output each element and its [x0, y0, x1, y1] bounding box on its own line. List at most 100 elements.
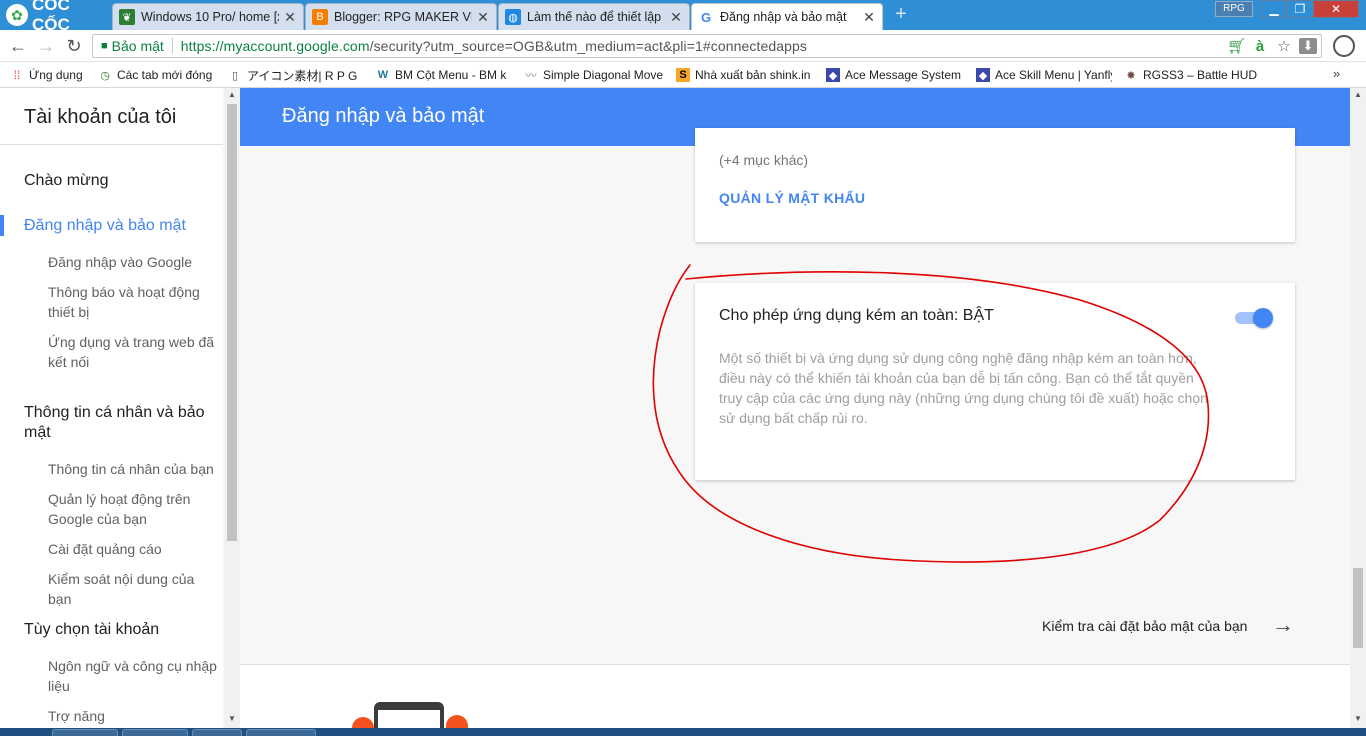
bookmark-label: Các tab mới đóng: [117, 68, 213, 82]
less-secure-apps-toggle[interactable]: [1235, 307, 1273, 328]
scroll-down-icon[interactable]: ▼: [224, 714, 240, 723]
taskbar-item[interactable]: [52, 729, 118, 736]
sidebar-subitem-connected-apps[interactable]: Ứng dụng và trang web đã kết nối: [48, 332, 220, 372]
tab-security-active[interactable]: G Đăng nhập và bảo mật ✕: [691, 3, 883, 30]
leaf-icon: ❦: [119, 9, 135, 25]
sidebar-item-security[interactable]: Đăng nhập và bảo mật: [24, 216, 214, 236]
gear-icon: ✸: [1126, 69, 1136, 82]
tab-windows[interactable]: ❦ Windows 10 Pro/ home [x64] ✕: [112, 3, 304, 30]
sidebar-item-welcome[interactable]: Chào mừng: [24, 171, 214, 191]
tab-label: Blogger: RPG MAKER VN: [334, 10, 472, 24]
back-button[interactable]: ←: [8, 36, 28, 56]
decoration-shape: [352, 717, 374, 728]
more-items-text: (+4 mục khác): [719, 152, 809, 168]
tab-howto[interactable]: ◍ Làm thế nào để thiết lập cài đặt ✕: [498, 3, 690, 30]
url-text[interactable]: https://myaccount.google.com/security?ut…: [173, 38, 807, 54]
close-icon[interactable]: ✕: [476, 9, 490, 26]
bookmark-label: Ace Message System: [845, 68, 962, 82]
new-tab-button[interactable]: +: [891, 4, 911, 24]
profile-circle-icon[interactable]: [1333, 35, 1355, 57]
sidebar-subitem-signin[interactable]: Đăng nhập vào Google: [48, 252, 220, 272]
page-scroll-thumb[interactable]: [1353, 568, 1363, 648]
address-bar[interactable]: ■ Bảo mật https://myaccount.google.com/s…: [92, 34, 1322, 58]
active-indicator: [0, 215, 4, 236]
page-scrollbar[interactable]: ▲ ▼: [1350, 88, 1366, 728]
sidebar-subitem-device-activity[interactable]: Thông báo và hoạt động thiết bị: [48, 282, 220, 322]
toggle-knob: [1253, 308, 1273, 328]
close-icon[interactable]: ✕: [862, 9, 876, 26]
bookmark-icon-material[interactable]: ▯ アイコン素材| R P G: [228, 66, 361, 84]
less-secure-apps-description: Một số thiết bị và ứng dụng sử dụng công…: [719, 350, 1208, 426]
sidebar-subitem-accessibility[interactable]: Trợ năng: [48, 706, 220, 726]
phone-illustration-icon: [374, 702, 444, 728]
sidebar-subitem-ads[interactable]: Cài đặt quảng cáo: [48, 539, 220, 559]
wordpress-icon: W: [377, 69, 389, 81]
scroll-down-icon[interactable]: ▼: [1350, 714, 1366, 723]
bookmark-ace-message[interactable]: ◆ Ace Message System: [826, 66, 962, 84]
forward-button[interactable]: →: [36, 36, 56, 56]
less-secure-apps-title: Cho phép ứng dụng kém an toàn: BẬT: [719, 307, 994, 324]
bookmarks-overflow-icon[interactable]: »: [1333, 66, 1340, 81]
taskbar-item[interactable]: [192, 729, 242, 736]
bookmark-label: Nhà xuất bản shink.in: [695, 68, 811, 82]
bookmark-label: BM Cột Menu - BM k: [395, 68, 507, 82]
browser-toolbar: ← → ↻ ■ Bảo mật https://myaccount.google…: [0, 30, 1366, 62]
close-window-button[interactable]: ✕: [1313, 0, 1359, 18]
bookmark-recent-tabs[interactable]: ◷ Các tab mới đóng: [98, 66, 218, 84]
maximize-button[interactable]: ❐: [1287, 0, 1313, 18]
download-icon[interactable]: ⬇: [1299, 38, 1317, 54]
ace-icon: ◆: [976, 68, 990, 82]
vietnamese-input-icon[interactable]: à: [1251, 38, 1269, 55]
sidebar-scrollbar[interactable]: ▲ ▼: [224, 88, 240, 728]
bookmark-label: RGSS3 – Battle HUD E: [1143, 68, 1260, 82]
sidebar-divider: [0, 144, 223, 145]
sidebar-subitem-content[interactable]: Kiểm soát nội dung của bạn: [48, 569, 220, 609]
taskbar-item[interactable]: [246, 729, 316, 736]
globe-icon: ◍: [505, 9, 521, 25]
apps-grid-icon: ⁞⁞: [13, 68, 21, 82]
taskbar-item[interactable]: [122, 729, 188, 736]
shink-icon: S: [676, 68, 690, 82]
arrow-right-icon[interactable]: →: [1272, 614, 1294, 636]
bookmark-label: アイコン素材| R P G: [247, 68, 358, 83]
tab-blogger[interactable]: B Blogger: RPG MAKER VN ✕: [305, 3, 497, 30]
bookmark-shink[interactable]: S Nhà xuất bản shink.in: [676, 66, 816, 84]
sidebar-item-account[interactable]: Tùy chọn tài khoản: [24, 620, 214, 640]
close-icon[interactable]: ✕: [669, 9, 683, 26]
reload-button[interactable]: ↻: [64, 36, 84, 56]
omnibox-icons: 🛒︎ à ☆ ⬇: [1227, 35, 1321, 57]
scroll-up-icon[interactable]: ▲: [1350, 90, 1366, 99]
sidebar-title: Tài khoản của tôi: [24, 106, 177, 128]
decoration-shape: [446, 715, 468, 728]
sidebar-subitem-personal-info[interactable]: Thông tin cá nhân của bạn: [48, 459, 220, 479]
sidebar-item-personal[interactable]: Thông tin cá nhân và bảo mật: [24, 403, 214, 443]
bookmark-rgss3[interactable]: ✸ RGSS3 – Battle HUD E: [1124, 66, 1260, 84]
windows-taskbar: [0, 728, 1366, 736]
bookmark-apps[interactable]: ⁞⁞ Ứng dụng: [10, 66, 90, 84]
url-path: /security?utm_source=OGB&utm_medium=act&…: [369, 38, 808, 54]
manage-passwords-link[interactable]: QUẢN LÝ MẬT KHẨU: [719, 190, 865, 206]
sidebar-subitem-language[interactable]: Ngôn ngữ và công cụ nhập liệu: [48, 656, 220, 696]
bookmarks-bar: ⁞⁞ Ứng dụng ◷ Các tab mới đóng ▯ アイコン素材|…: [0, 62, 1366, 88]
rpg-profile-button[interactable]: RPG: [1215, 1, 1253, 17]
security-checkup-link[interactable]: Kiểm tra cài đặt bảo mật của bạn: [1042, 618, 1247, 634]
passwords-card: (+4 mục khác) QUẢN LÝ MẬT KHẨU: [695, 128, 1295, 242]
sidebar-scroll-thumb[interactable]: [227, 104, 237, 541]
page-icon: ▯: [231, 69, 239, 82]
bookmark-diagonal-move[interactable]: 〰 Simple Diagonal Move: [524, 66, 664, 84]
shopping-cart-icon[interactable]: 🛒︎: [1227, 37, 1246, 55]
tab-label: Làm thế nào để thiết lập cài đặt: [527, 10, 665, 24]
minimize-button[interactable]: ▁: [1261, 0, 1287, 18]
google-icon: G: [698, 9, 714, 25]
scroll-up-icon[interactable]: ▲: [224, 90, 240, 99]
bookmark-label: Ace Skill Menu | Yanfly: [995, 68, 1112, 82]
brand-logo[interactable]: ✿ CỐC CỐC: [0, 0, 112, 34]
bookmark-ace-skill[interactable]: ◆ Ace Skill Menu | Yanfly: [976, 66, 1112, 84]
page-content: Tài khoản của tôi Chào mừng Đăng nhập và…: [0, 88, 1366, 728]
sidebar-subitem-activity[interactable]: Quản lý hoạt động trên Google của bạn: [48, 489, 220, 529]
tab-label: Đăng nhập và bảo mật: [720, 10, 847, 24]
close-icon[interactable]: ✕: [283, 9, 297, 26]
bookmark-bm-menu[interactable]: W BM Cột Menu - BM k: [376, 66, 512, 84]
lock-icon: ■: [101, 40, 108, 52]
star-icon[interactable]: ☆: [1275, 37, 1293, 55]
